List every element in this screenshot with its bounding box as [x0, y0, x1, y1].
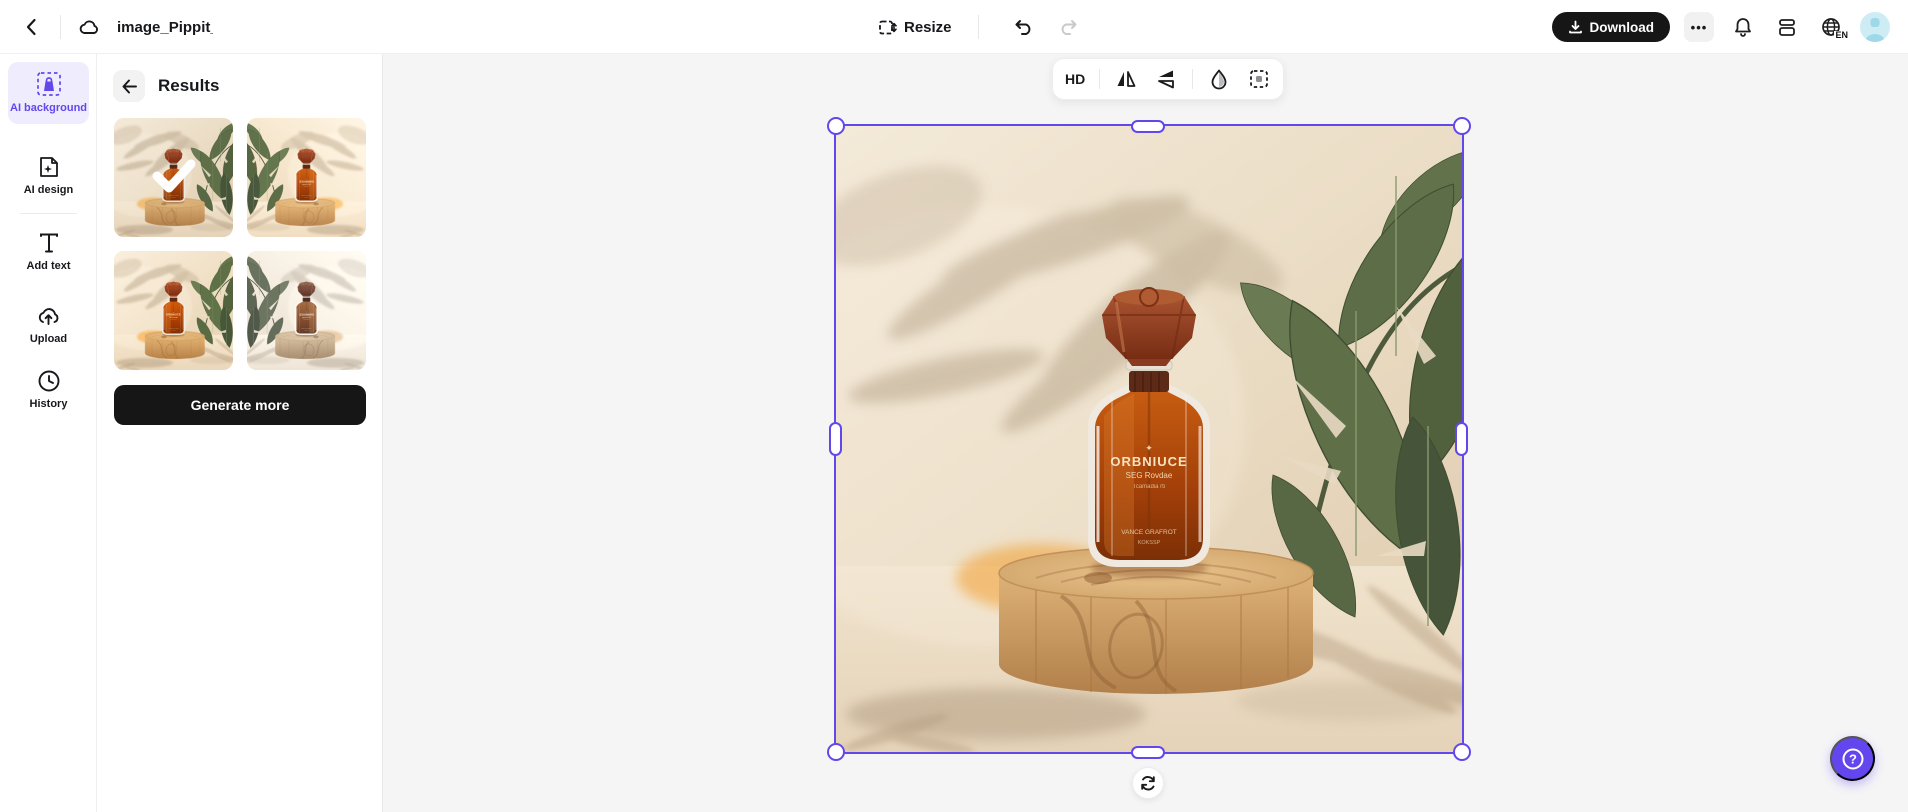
flip-vertical-icon	[1155, 68, 1177, 90]
download-icon	[1568, 20, 1583, 35]
selection-handle-bottom-middle[interactable]	[1131, 746, 1165, 759]
download-button[interactable]: Download	[1552, 12, 1671, 42]
selection-handle-top-left[interactable]	[827, 117, 845, 135]
ai-background-icon	[35, 70, 63, 98]
undo-icon	[1013, 16, 1035, 38]
result-image-3	[114, 251, 233, 370]
more-options-button[interactable]: •••	[1684, 12, 1714, 42]
results-panel: Results Generate more	[97, 54, 383, 812]
resize-button[interactable]: Resize	[870, 12, 960, 43]
header-left-group: image_Pippit_20	[0, 0, 213, 54]
redo-button[interactable]	[1055, 11, 1081, 43]
bell-icon	[1732, 16, 1754, 38]
cloud-sync-button[interactable]	[69, 0, 109, 54]
cloud-icon	[77, 15, 101, 39]
image-toolbar: HD	[1052, 58, 1284, 100]
toolbar-divider	[1192, 69, 1193, 89]
results-thumbnails	[114, 118, 366, 370]
selection-handle-bottom-right[interactable]	[1453, 743, 1471, 761]
sidebar-rail: AI background AI design Add text Upload	[0, 54, 97, 812]
help-button[interactable]: ?	[1830, 736, 1875, 781]
header-divider	[978, 15, 979, 39]
sidebar-item-upload[interactable]: Upload	[8, 302, 89, 346]
billing-button[interactable]	[1772, 12, 1802, 42]
result-thumbnail-1[interactable]	[114, 118, 233, 237]
selection-handle-bottom-left[interactable]	[827, 743, 845, 761]
sidebar-item-label: Upload	[30, 333, 67, 346]
billing-card-icon	[1776, 16, 1798, 38]
result-thumbnail-4[interactable]	[247, 251, 366, 370]
selection-handle-left-middle[interactable]	[829, 422, 842, 456]
selection-handle-top-right[interactable]	[1453, 117, 1471, 135]
sidebar-item-label: AI background	[10, 102, 87, 115]
selection-handle-top-middle[interactable]	[1131, 120, 1165, 133]
sidebar-item-label: AI design	[24, 184, 74, 197]
header-center-group: Resize	[870, 0, 1081, 54]
selected-image[interactable]	[836, 126, 1462, 752]
notifications-button[interactable]	[1728, 12, 1758, 42]
sidebar-item-add-text[interactable]: Add text	[8, 230, 89, 273]
toolbar-divider	[1099, 69, 1100, 89]
upload-cloud-icon	[35, 302, 62, 329]
resize-label: Resize	[904, 19, 952, 36]
undo-redo-group	[1011, 11, 1081, 43]
selected-check-icon	[145, 148, 201, 204]
flip-vertical-button[interactable]	[1152, 65, 1180, 93]
sidebar-item-label: History	[30, 398, 68, 411]
person-icon	[1860, 12, 1890, 42]
selection-handle-right-middle[interactable]	[1455, 422, 1468, 456]
top-bar: image_Pippit_20 Resize	[0, 0, 1908, 54]
header-divider	[60, 15, 61, 39]
dashed-frame-icon	[1248, 68, 1270, 90]
download-label: Download	[1590, 20, 1655, 35]
sidebar-divider	[20, 213, 77, 214]
flip-horizontal-icon	[1115, 68, 1137, 90]
hd-enhance-button[interactable]: HD	[1063, 65, 1087, 93]
resize-icon	[878, 18, 897, 37]
file-name[interactable]: image_Pippit_20	[117, 19, 213, 36]
sidebar-item-ai-background[interactable]: AI background	[8, 62, 89, 124]
question-icon: ?	[1840, 746, 1866, 772]
avatar[interactable]	[1860, 12, 1890, 42]
sidebar-item-label: Add text	[27, 260, 71, 273]
result-thumbnail-3[interactable]	[114, 251, 233, 370]
results-header: Results	[113, 70, 219, 102]
question-mark: ?	[1849, 751, 1857, 766]
sidebar-item-ai-design[interactable]: AI design	[8, 154, 89, 197]
result-image-2	[247, 118, 366, 237]
flip-horizontal-button[interactable]	[1112, 65, 1140, 93]
redo-icon	[1057, 16, 1079, 38]
ai-design-icon	[36, 154, 62, 180]
sidebar-item-history[interactable]: History	[8, 368, 89, 411]
add-text-icon	[36, 230, 62, 256]
app-window: image_Pippit_20 Resize	[0, 0, 1908, 812]
results-title: Results	[158, 76, 219, 96]
header-right-group: Download ••• EN	[1552, 0, 1891, 54]
result-thumbnail-2[interactable]	[247, 118, 366, 237]
refine-selection-button[interactable]	[1245, 65, 1273, 93]
arrow-left-icon	[121, 78, 138, 95]
droplet-icon	[1208, 68, 1230, 90]
language-button[interactable]: EN	[1816, 12, 1846, 42]
refresh-icon	[1139, 774, 1157, 792]
undo-button[interactable]	[1011, 11, 1037, 43]
regenerate-button[interactable]	[1132, 767, 1164, 799]
adjust-color-button[interactable]	[1205, 65, 1233, 93]
generate-more-button[interactable]: Generate more	[114, 385, 366, 425]
results-back-button[interactable]	[113, 70, 145, 102]
chevron-left-icon	[22, 17, 42, 37]
language-label: EN	[1834, 31, 1849, 40]
history-clock-icon	[36, 368, 62, 394]
result-image-4	[247, 251, 366, 370]
back-button[interactable]	[12, 0, 52, 54]
